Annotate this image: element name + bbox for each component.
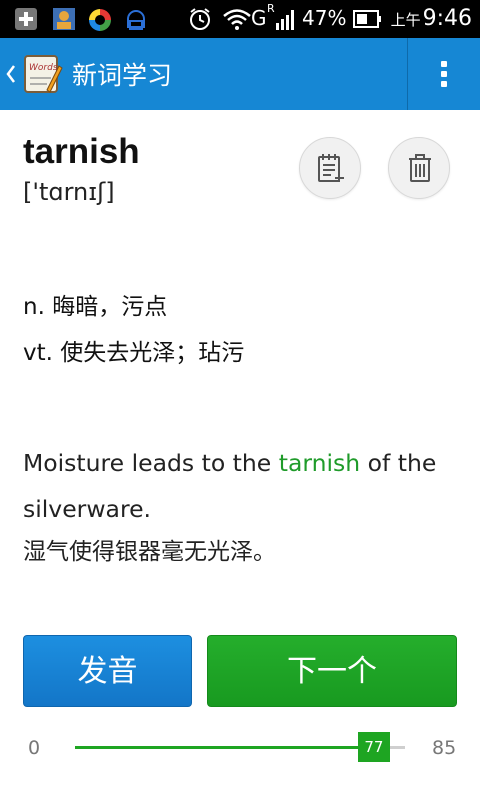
delete-word-button[interactable] <box>388 137 450 199</box>
notebook-add-icon <box>318 154 344 182</box>
app-logo-icon: Words <box>24 55 63 93</box>
word-title: tarnish <box>23 132 140 171</box>
svg-text:Words: Words <box>29 63 58 73</box>
contacts-icon <box>53 8 75 30</box>
pronounce-button[interactable]: 发音 <box>23 635 192 707</box>
progress-min-label: 0 <box>28 737 41 759</box>
overflow-menu-button[interactable] <box>408 38 480 110</box>
example-highlight-word: tarnish <box>278 449 361 477</box>
android-icon <box>127 10 145 30</box>
time-value: 9:46 <box>422 6 472 31</box>
add-icon <box>15 8 37 30</box>
battery-icon <box>353 10 381 28</box>
definition-noun: n. 晦暗，污点 <box>23 294 168 320</box>
example-text-before: Moisture leads to the <box>23 449 279 477</box>
alarm-icon <box>190 8 210 30</box>
menu-dot-icon <box>441 81 447 87</box>
back-button[interactable]: Words <box>0 38 72 110</box>
word-phonetic: ['tɑrnɪʃ] <box>23 178 115 206</box>
menu-dot-icon <box>441 71 447 77</box>
progress-track: 77 <box>75 732 405 762</box>
trash-icon <box>409 154 431 182</box>
status-bar: G R 47% 上午9:46 <box>0 0 480 38</box>
progress-max-label: 85 <box>432 737 457 759</box>
menu-dot-icon <box>441 61 447 67</box>
clock: 上午9:46 <box>391 6 472 31</box>
add-to-wordbook-button[interactable] <box>299 137 361 199</box>
signal-icon <box>276 10 294 30</box>
progress-fill <box>75 746 374 749</box>
wifi-icon <box>223 9 251 30</box>
example-translation: 湿气使得银器毫无光泽。 <box>23 539 276 565</box>
next-word-button[interactable]: 下一个 <box>207 635 457 707</box>
battery-percent: 47% <box>302 6 347 30</box>
progress-thumb[interactable]: 77 <box>357 732 390 762</box>
time-prefix: 上午 <box>390 11 421 29</box>
action-bar: Words 新词学习 <box>0 38 480 110</box>
network-type-label: G <box>251 6 267 30</box>
sync-icon <box>89 9 111 31</box>
definition-verb: vt. 使失去光泽；玷污 <box>23 340 245 366</box>
page-title: 新词学习 <box>72 61 173 90</box>
example-sentence: Moisture leads to the tarnish of the sil… <box>23 440 463 532</box>
